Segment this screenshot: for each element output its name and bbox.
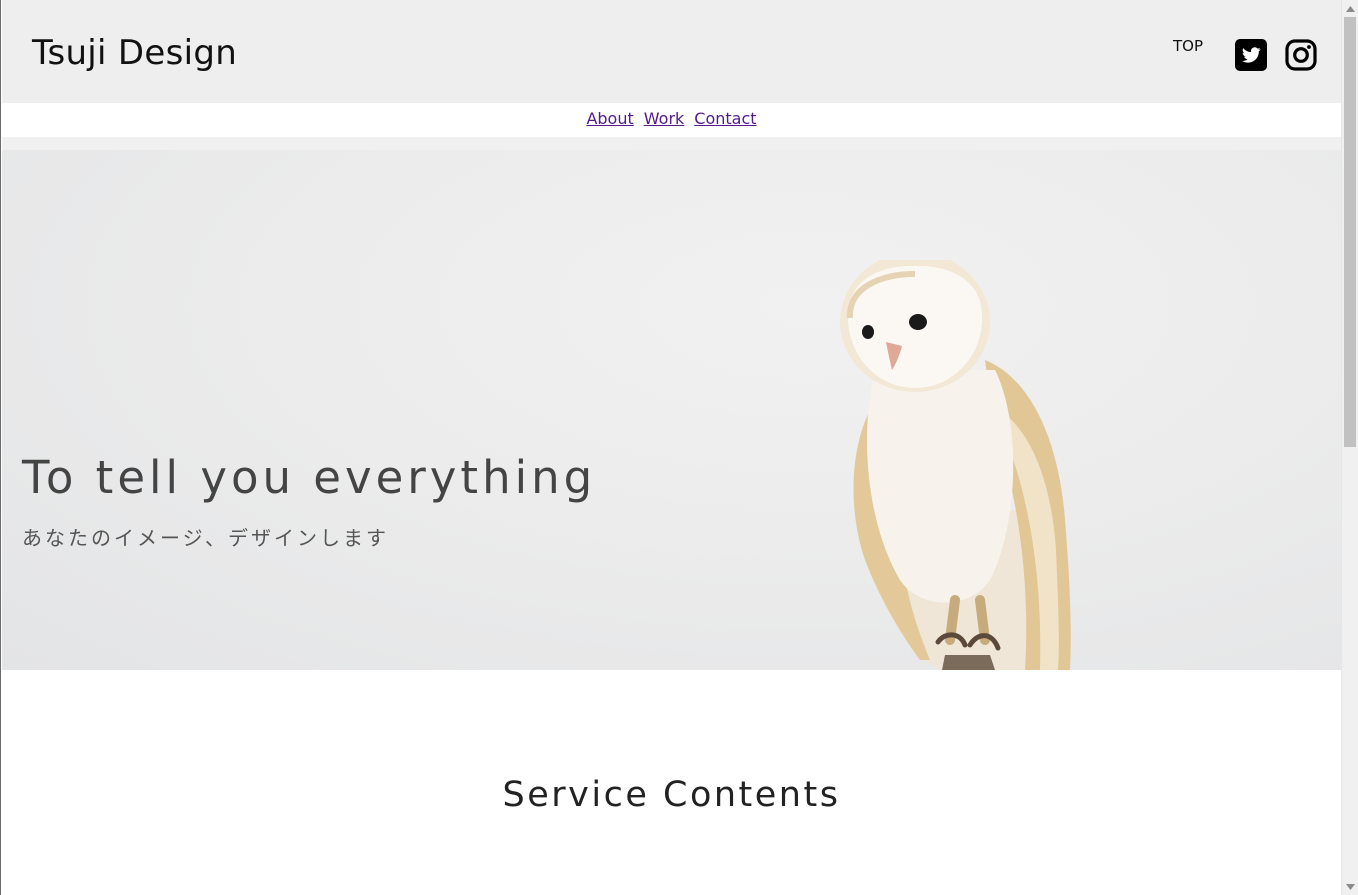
- nav-link-contact[interactable]: Contact: [694, 109, 756, 128]
- nav-link-about[interactable]: About: [586, 109, 633, 128]
- main-nav: About Work Contact: [2, 103, 1341, 137]
- instagram-icon[interactable]: [1285, 39, 1317, 71]
- hero-title: To tell you everything: [22, 451, 597, 504]
- nav-link-work[interactable]: Work: [644, 109, 685, 128]
- hero-subtitle: あなたのイメージ、デザインします: [22, 526, 389, 550]
- site-logo[interactable]: Tsuji Design: [32, 30, 237, 76]
- scroll-up-icon[interactable]: [1342, 0, 1358, 17]
- scroll-thumb[interactable]: [1344, 17, 1356, 447]
- browser-window: Tsuji Design TOP About Work Contact To t…: [0, 0, 1358, 895]
- nav-list: About Work Contact: [586, 103, 756, 135]
- service-title: Service Contents: [502, 775, 841, 815]
- vertical-scrollbar[interactable]: [1341, 0, 1358, 895]
- nav-item-contact: Contact: [694, 103, 756, 135]
- nav-item-work: Work: [644, 103, 685, 135]
- site-header: Tsuji Design TOP: [2, 0, 1341, 103]
- page-viewport: Tsuji Design TOP About Work Contact To t…: [2, 0, 1341, 895]
- service-section: Service Contents: [2, 670, 1341, 895]
- nav-item-about: About: [586, 103, 633, 135]
- barn-owl-photo: [840, 260, 1071, 670]
- top-link[interactable]: TOP: [1173, 37, 1203, 55]
- twitter-icon[interactable]: [1235, 39, 1267, 71]
- hero-section: To tell you everything あなたのイメージ、デザインします: [2, 150, 1341, 670]
- header-actions: TOP: [1173, 36, 1317, 71]
- nav-spacer: [2, 137, 1341, 150]
- scroll-down-icon[interactable]: [1342, 878, 1358, 895]
